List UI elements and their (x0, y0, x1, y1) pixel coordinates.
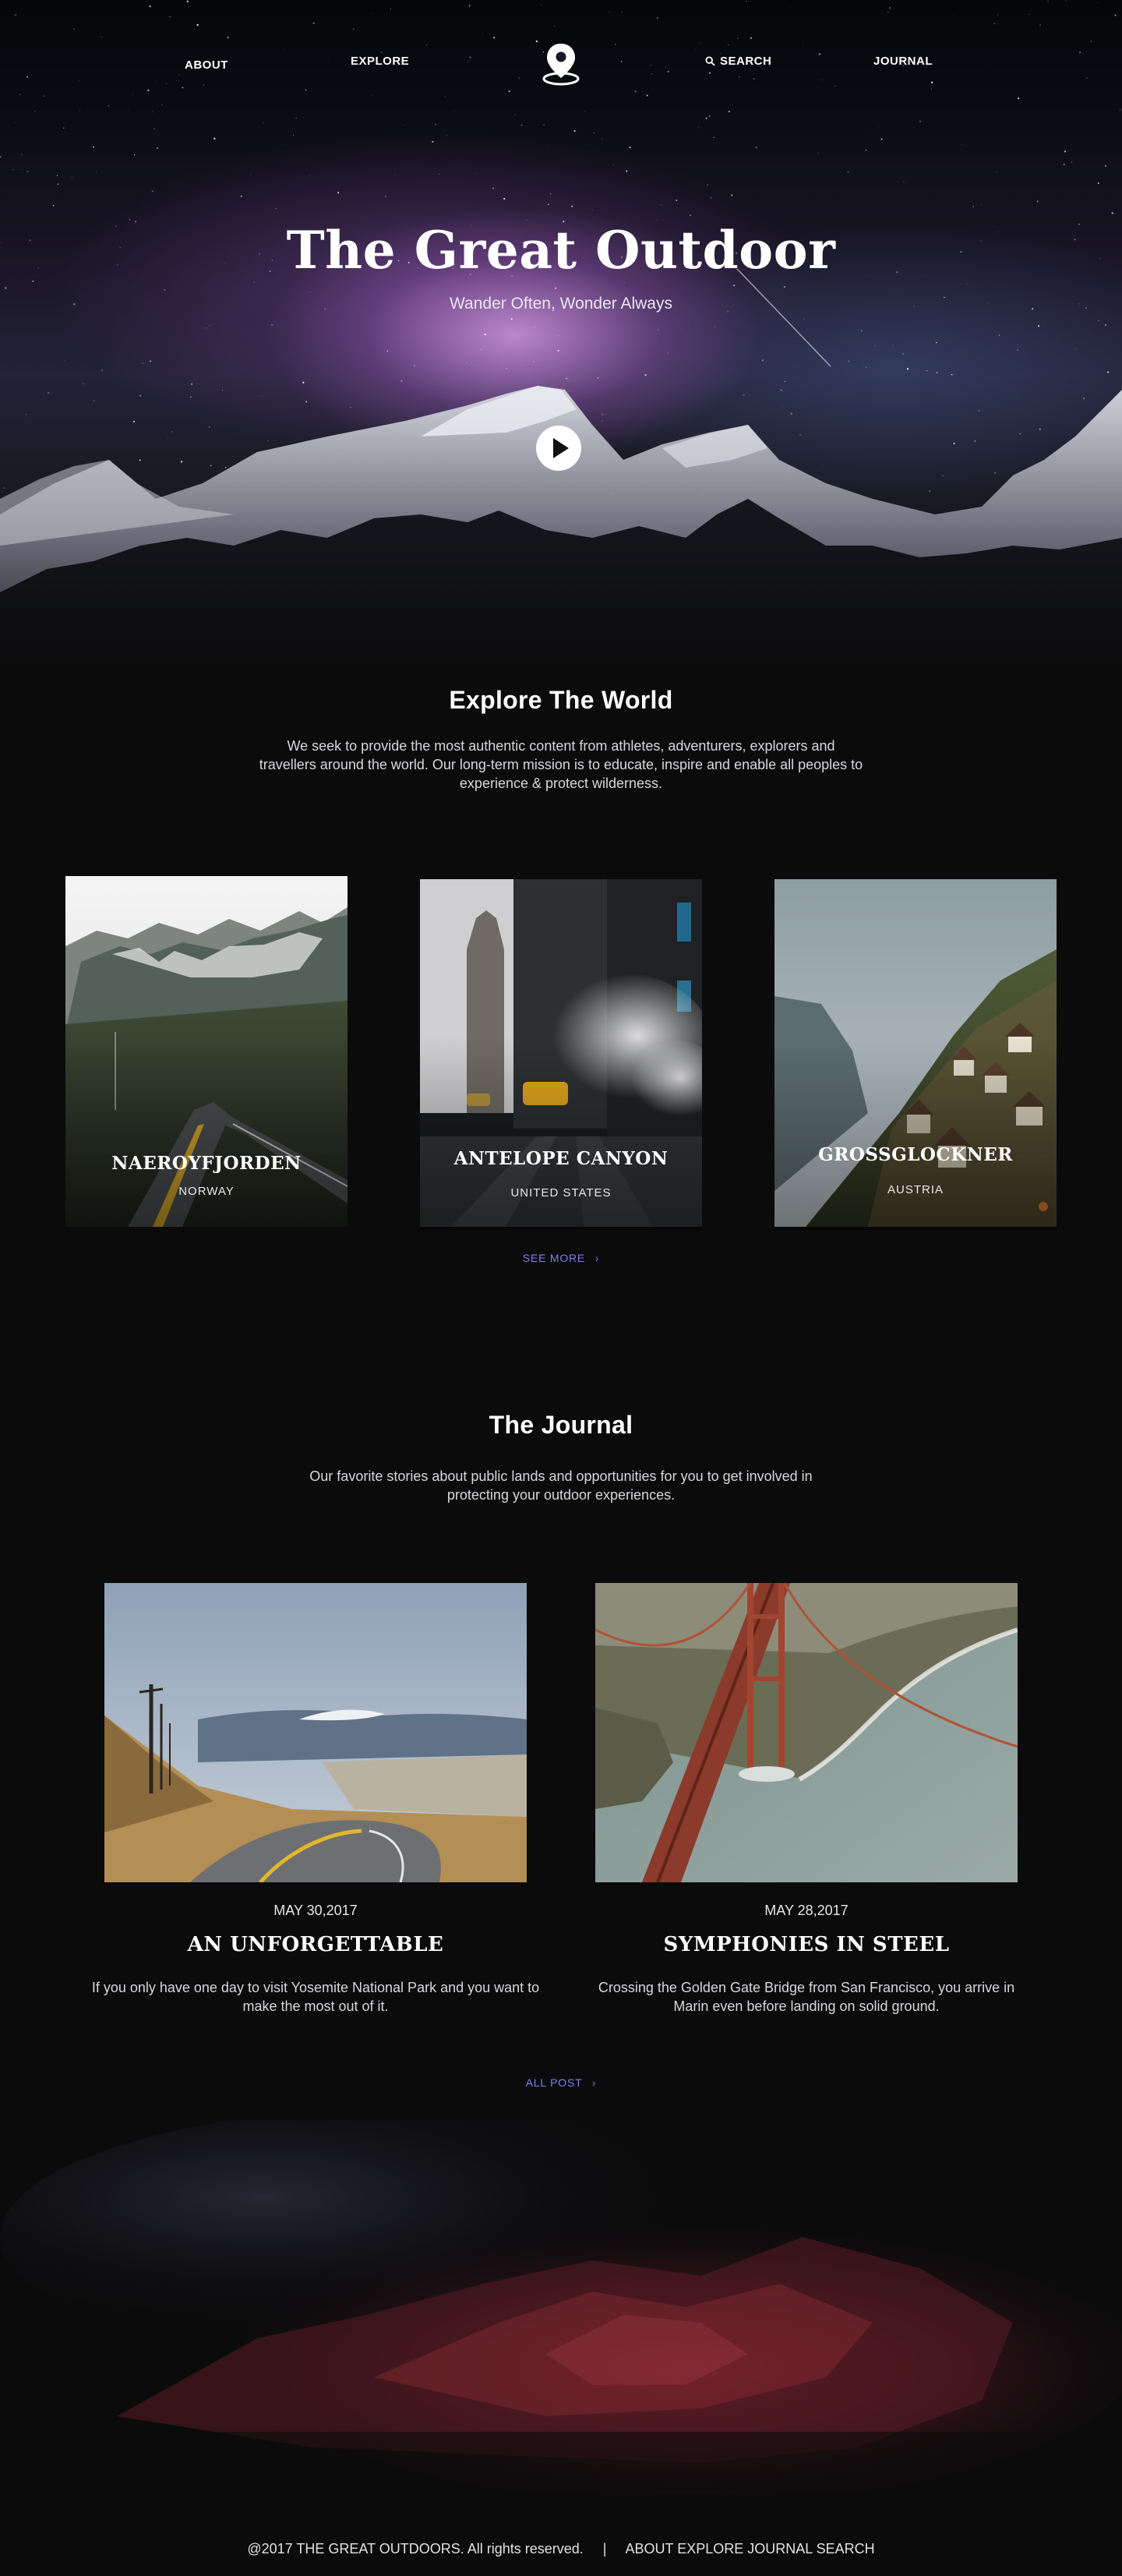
chevron-right-icon: › (595, 1252, 600, 1264)
hero-title: The Great Outdoor (286, 220, 836, 281)
hero-section: ABOUT EXPLORE SEARCH JOURNAL The Great O… (0, 0, 1122, 670)
explore-title: Explore The World (449, 686, 673, 714)
nav-search[interactable]: SEARCH (705, 55, 771, 68)
play-icon[interactable] (536, 426, 581, 471)
location-pin-icon[interactable] (540, 41, 582, 86)
journal-title: The Journal (489, 1411, 633, 1439)
card-title: ANTELOPE CANYON (453, 1148, 669, 1169)
card-title: GROSSGLOCKNER (818, 1144, 1013, 1165)
footer-link-search[interactable]: SEARCH (817, 2541, 875, 2557)
journal-image[interactable] (595, 1583, 1018, 1882)
footer: @2017 THE GREAT OUTDOORS. All rights res… (0, 2541, 1122, 2557)
see-more-link[interactable]: SEE MORE › (0, 1252, 1122, 1264)
explore-description: We seek to provide the most authentic co… (259, 738, 863, 791)
search-icon (705, 56, 715, 66)
nav-search-label: SEARCH (720, 55, 772, 68)
mountain-landscape-background (0, 2120, 1122, 2494)
footer-link-explore[interactable]: EXPLORE (677, 2541, 743, 2557)
destination-card[interactable]: ANTELOPE CANYON UNITED STATES (420, 879, 702, 1230)
see-more-label: SEE MORE (522, 1252, 586, 1264)
journal-post-date: MAY 28,2017 (764, 1903, 849, 1918)
journal-post-excerpt: Crossing the Golden Gate Bridge from San… (598, 1980, 1015, 2014)
destination-card[interactable]: GROSSGLOCKNER AUSTRIA (774, 879, 1057, 1230)
destination-card[interactable]: NAEROYFJORDEN NORWAY (65, 876, 348, 1227)
card-country: UNITED STATES (510, 1186, 612, 1200)
all-post-label: ALL POST (525, 2076, 583, 2089)
card-country: AUSTRIA (887, 1183, 944, 1196)
top-navigation: ABOUT EXPLORE SEARCH JOURNAL (0, 0, 1122, 125)
footer-link-journal[interactable]: JOURNAL (747, 2541, 812, 2557)
journal-post-excerpt: If you only have one day to visit Yosemi… (91, 1980, 540, 2014)
journal-post-title[interactable]: AN UNFORGETTABLE (104, 1933, 527, 1956)
footer-link-about[interactable]: ABOUT (625, 2541, 673, 2557)
journal-description: Our favorite stories about public lands … (309, 1468, 813, 1503)
nav-journal[interactable]: JOURNAL (873, 55, 933, 68)
journal-post-title[interactable]: SYMPHONIES IN STEEL (595, 1933, 1018, 1956)
journal-image[interactable] (104, 1583, 527, 1882)
card-country: NORWAY (178, 1185, 235, 1198)
hero-subtitle: Wander Often, Wonder Always (450, 295, 672, 313)
nav-about[interactable]: ABOUT (185, 58, 228, 72)
journal-post-date: MAY 30,2017 (273, 1903, 358, 1918)
footer-separator: | (602, 2541, 607, 2557)
nav-explore[interactable]: EXPLORE (351, 55, 409, 68)
footer-copyright: @2017 THE GREAT OUTDOORS. All rights res… (247, 2541, 584, 2557)
chevron-right-icon: › (591, 2076, 597, 2089)
card-title: NAEROYFJORDEN (111, 1153, 302, 1174)
all-post-link[interactable]: ALL POST › (0, 2076, 1122, 2089)
